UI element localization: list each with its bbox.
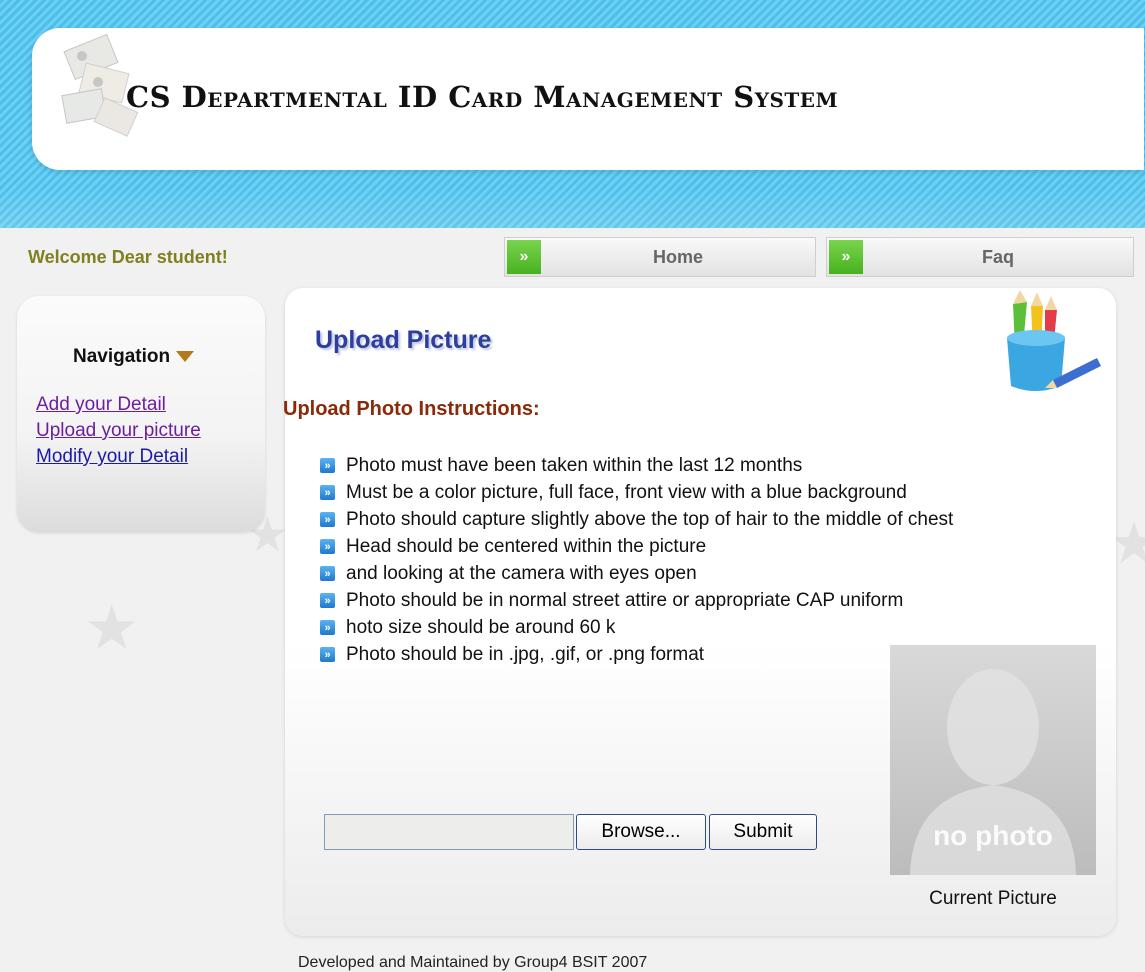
instruction-text: hoto size should be around 60 k [346,616,616,638]
bullet-arrow-icon: » [320,647,335,662]
footer-credit: Developed and Maintained by Group4 BSIT … [298,954,648,971]
page-title: Upload Picture [315,326,492,354]
bullet-arrow-icon: » [320,566,335,581]
star-decoration-icon: ★ [84,594,140,663]
header-banner: CS Departmental ID Card Management Syste… [0,0,1145,228]
header-fade [0,188,1145,228]
photo-caption: Current Picture [929,888,1057,909]
no-photo-silhouette-icon: no photo [890,645,1096,875]
sidebar-link-modify-detail[interactable]: Modify your Detail [36,444,201,470]
main-content-panel: Upload Picture Upload Photo Instructions… [283,288,1116,936]
bullet-arrow-icon: » [320,512,335,527]
nav-faq-label: Faq [981,246,1014,267]
list-item: » Photo should capture slightly above the… [320,506,953,533]
instruction-text: Photo should be in normal street attire … [346,589,904,611]
list-item: » and looking at the camera with eyes ope… [320,560,953,587]
double-chevron-right-icon: » [829,240,863,274]
submit-button[interactable]: Submit [709,814,817,850]
instruction-text: Head should be centered within the pictu… [346,535,707,557]
pencil-cup-icon [1007,290,1101,391]
bullet-arrow-icon: » [320,620,335,635]
instruction-text: Photo should capture slightly above the … [346,508,954,530]
nav-faq-button[interactable]: » Faq [826,237,1134,277]
instruction-text: Photo should be in .jpg, .gif, or .png f… [346,643,705,665]
list-item: » hoto size should be around 60 k [320,614,953,641]
sidebar-link-add-detail[interactable]: Add your Detail [36,392,201,418]
file-path-input[interactable] [324,814,574,850]
navigation-links: Add your Detail Upload your picture Modi… [36,392,201,470]
bullet-arrow-icon: » [320,593,335,608]
caret-down-icon [176,351,195,363]
welcome-message: Welcome Dear student! [28,247,228,267]
double-chevron-right-icon: » [507,240,541,274]
instructions-list: » Photo must have been taken within the l… [320,452,953,668]
list-item: » Must be a color picture, full face, fro… [320,479,953,506]
nav-home-label: Home [652,246,703,267]
list-item: » Photo should be in normal street attire… [320,587,953,614]
browse-button[interactable]: Browse... [576,814,706,850]
no-photo-text: no photo [933,820,1053,851]
bullet-arrow-icon: » [320,485,335,500]
navigation-heading-label: Navigation [73,346,171,367]
nav-home-button[interactable]: » Home [504,237,816,277]
sidebar-link-upload-picture[interactable]: Upload your picture [36,418,201,444]
list-item: » Photo must have been taken within the l… [320,452,953,479]
navigation-heading: Navigation [73,346,195,368]
list-item: » Photo should be in .jpg, .gif, or .png … [320,641,953,668]
instruction-text: and looking at the camera with eyes open [346,562,697,584]
instructions-heading: Upload Photo Instructions: [283,398,540,420]
sidebar-navigation: Navigation Add your Detail Upload your p… [17,296,265,532]
bullet-arrow-icon: » [320,539,335,554]
instruction-text: Photo must have been taken within the la… [346,454,803,476]
list-item: » Head should be centered within the pict… [320,533,953,560]
page-header-title: CS Departmental ID Card Management Syste… [126,80,839,114]
current-picture: no photo [890,645,1096,875]
bullet-arrow-icon: » [320,458,335,473]
instruction-text: Must be a color picture, full face, fron… [346,481,907,503]
